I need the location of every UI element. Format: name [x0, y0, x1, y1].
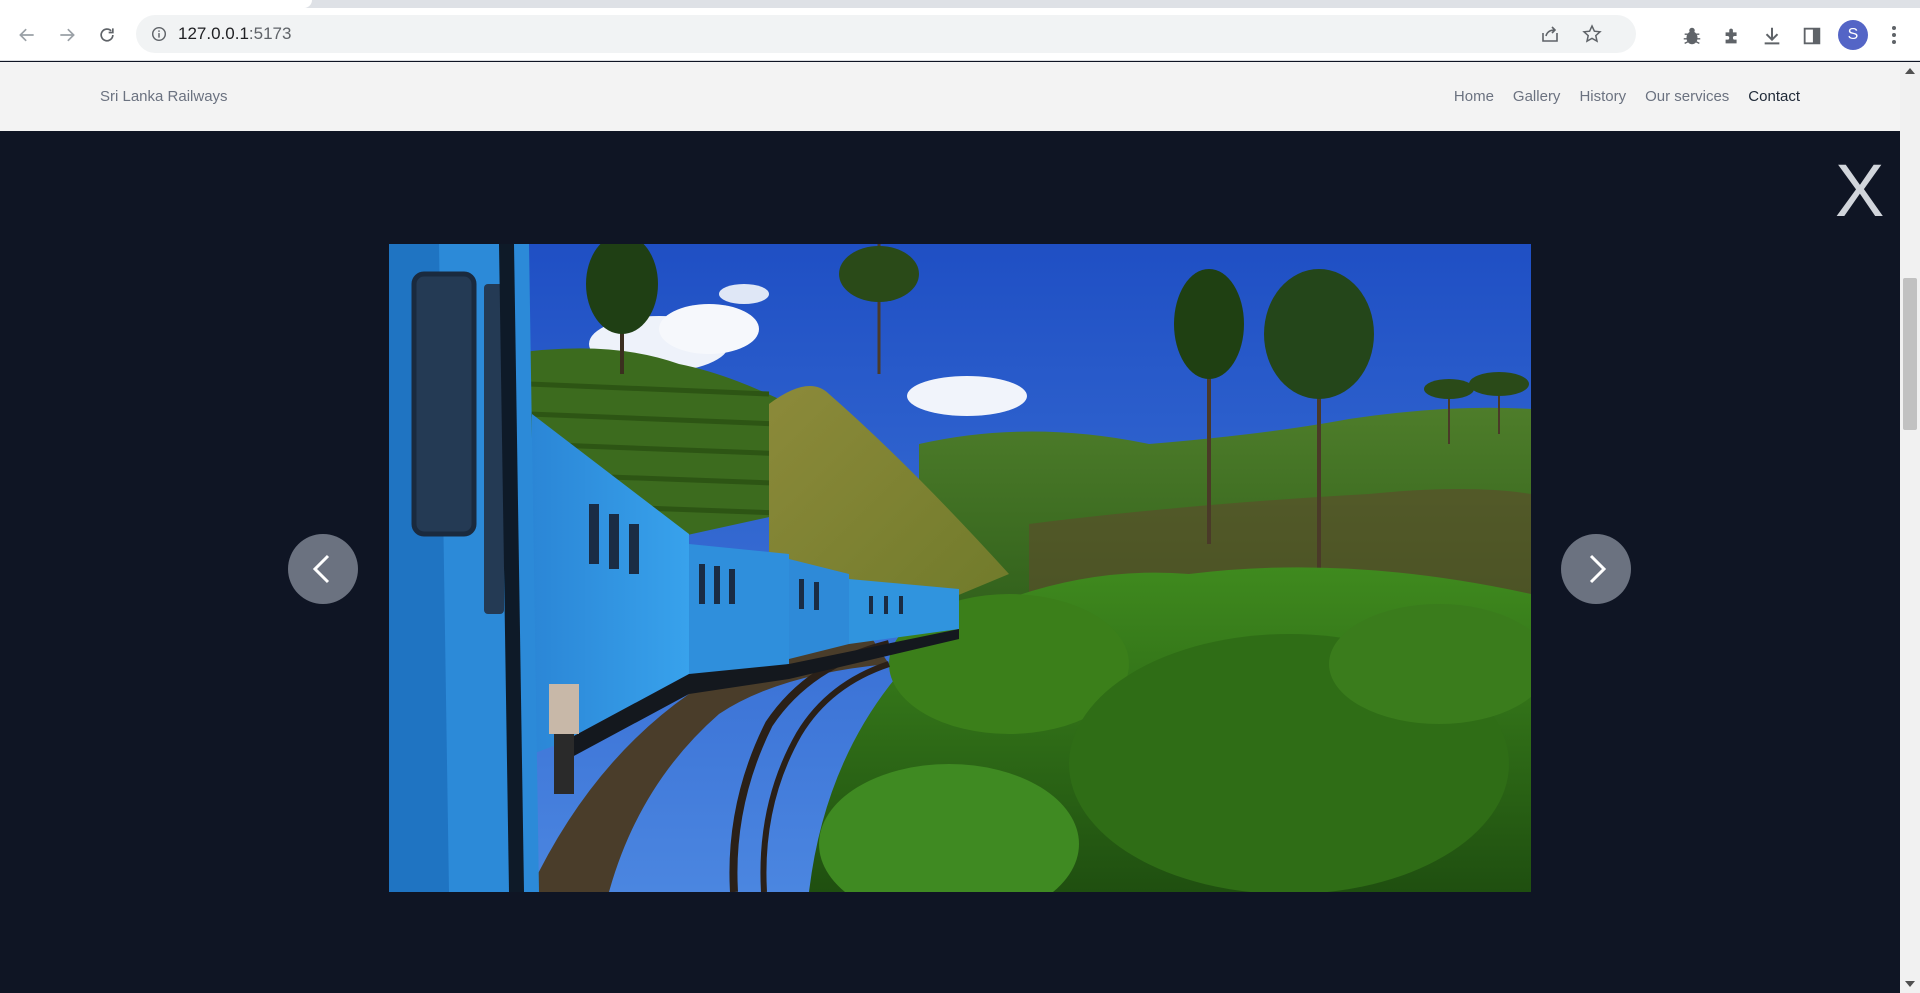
url-host: 127.0.0.1: [178, 24, 249, 43]
menu-icon[interactable]: [1884, 24, 1904, 46]
share-icon[interactable]: [1540, 24, 1560, 44]
nav-our-services[interactable]: Our services: [1645, 88, 1729, 105]
extensions-icon[interactable]: [1720, 24, 1744, 48]
prev-image-button[interactable]: [288, 534, 358, 604]
forward-icon[interactable]: [56, 24, 78, 46]
nav-gallery[interactable]: Gallery: [1513, 88, 1561, 105]
reload-icon[interactable]: [96, 24, 118, 46]
chevron-left-icon: [312, 554, 330, 584]
active-tab[interactable]: [0, 0, 312, 8]
download-icon[interactable]: [1760, 24, 1784, 48]
brand-title[interactable]: Sri Lanka Railways: [100, 88, 228, 105]
main-nav: Home Gallery History Our services Contac…: [1435, 88, 1800, 105]
nav-contact[interactable]: Contact: [1748, 88, 1800, 105]
nav-home[interactable]: Home: [1454, 88, 1494, 105]
tab-strip: [0, 0, 1920, 8]
page-content: Sri Lanka Railways Home Gallery History …: [0, 62, 1900, 993]
url-text[interactable]: 127.0.0.1:5173: [178, 24, 291, 44]
info-icon[interactable]: [150, 25, 168, 43]
page-scrollbar[interactable]: [1900, 62, 1920, 993]
bug-icon[interactable]: [1680, 24, 1704, 48]
gallery-image: [389, 244, 1531, 892]
back-icon[interactable]: [16, 24, 38, 46]
close-button[interactable]: X: [1835, 154, 1884, 228]
chevron-right-icon: [1589, 554, 1607, 584]
profile-avatar[interactable]: S: [1838, 20, 1868, 50]
scroll-up-icon[interactable]: [1905, 68, 1915, 74]
address-bar[interactable]: 127.0.0.1:5173: [136, 15, 1636, 53]
nav-history[interactable]: History: [1579, 88, 1626, 105]
browser-toolbar: 127.0.0.1:5173 S: [0, 8, 1920, 61]
scrollbar-thumb[interactable]: [1903, 278, 1917, 430]
scroll-down-icon[interactable]: [1905, 981, 1915, 987]
star-icon[interactable]: [1582, 24, 1602, 44]
site-header: Sri Lanka Railways Home Gallery History …: [0, 62, 1900, 131]
next-image-button[interactable]: [1561, 534, 1631, 604]
url-port: :5173: [248, 24, 292, 43]
side-panel-icon[interactable]: [1800, 24, 1824, 48]
